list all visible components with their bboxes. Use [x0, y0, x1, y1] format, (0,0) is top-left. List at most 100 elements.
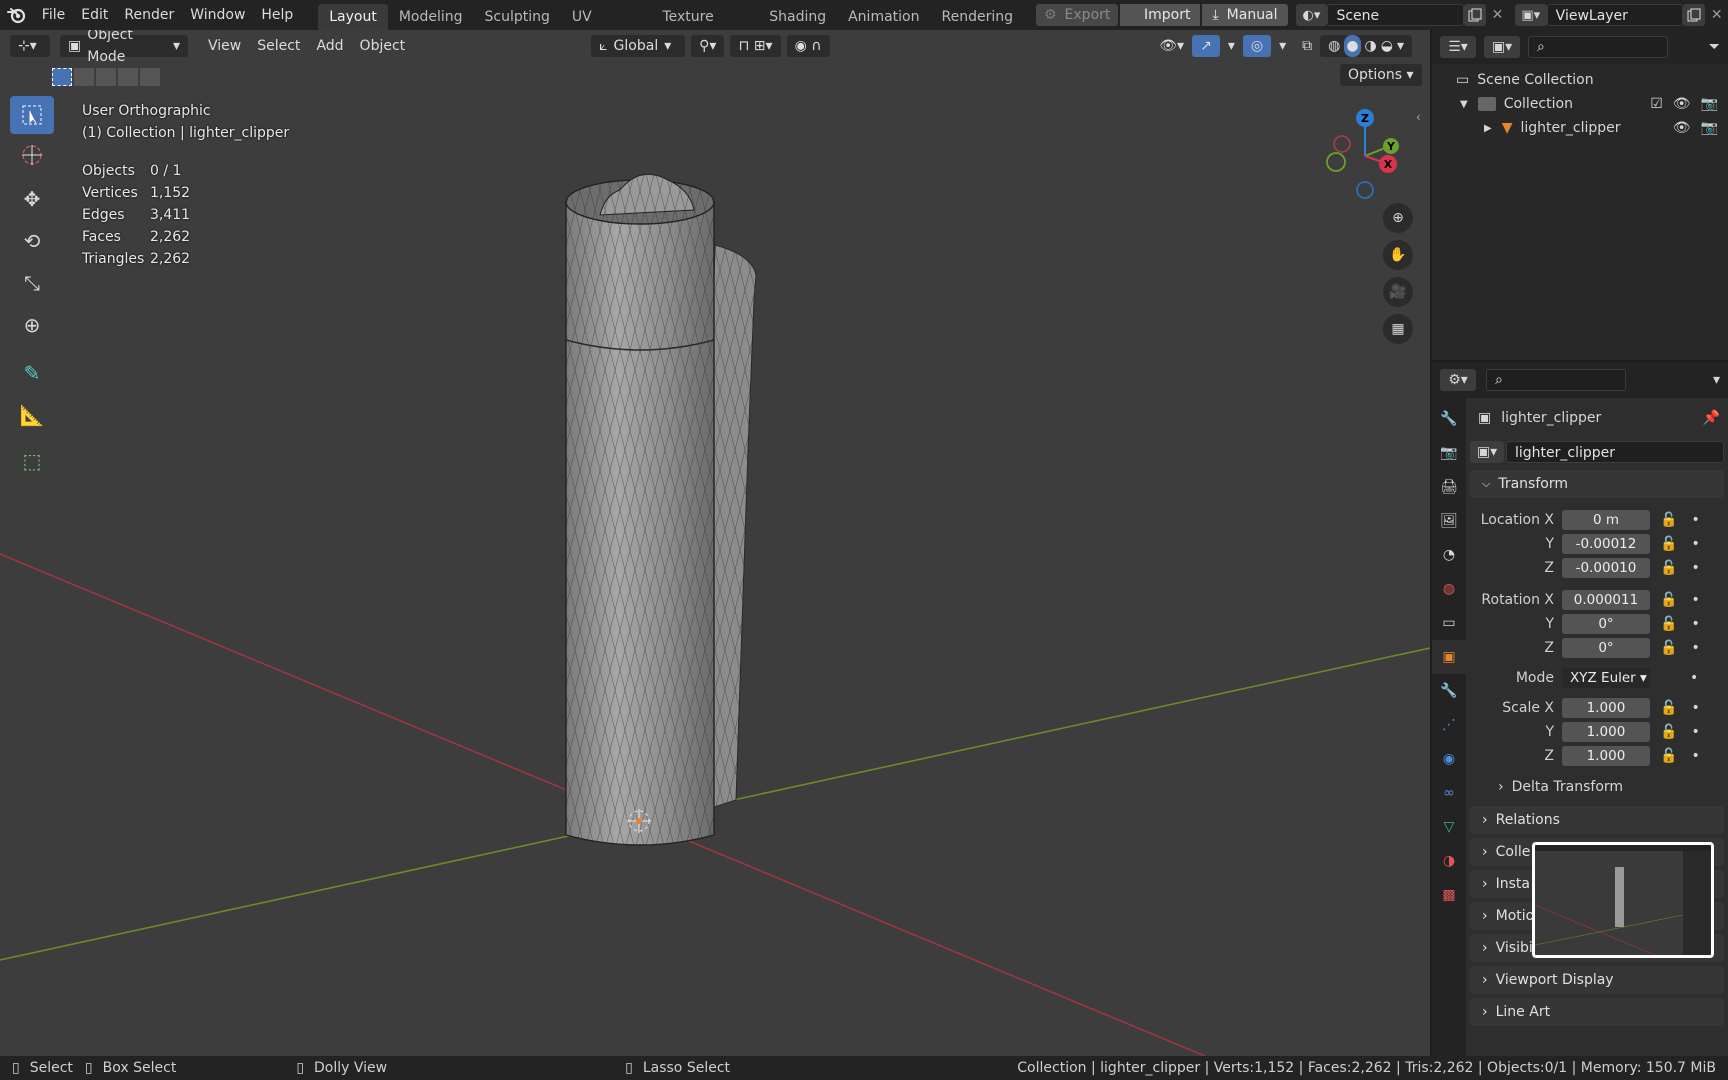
tool-tab-icon[interactable]: 🔧 [1432, 402, 1466, 436]
keyframe-dot-icon[interactable]: • [1691, 700, 1699, 716]
ortho-toggle-button[interactable]: ▦ [1383, 314, 1413, 344]
tool-move[interactable]: ✥ [10, 180, 54, 218]
menu-object[interactable]: Object [352, 35, 414, 57]
tab-sculpting[interactable]: Sculpting [474, 4, 561, 30]
lock-icon[interactable]: 🔓 [1660, 724, 1677, 740]
viewport-display-panel-header[interactable]: › Viewport Display [1470, 966, 1724, 994]
filter-icon[interactable]: ⏷ [1709, 39, 1720, 55]
blender-logo-icon[interactable] [0, 0, 34, 30]
tab-animation[interactable]: Animation [837, 4, 930, 30]
delete-viewlayer-icon[interactable]: ✕ [1705, 4, 1728, 26]
lock-icon[interactable]: 🔓 [1660, 700, 1677, 716]
tab-rendering[interactable]: Rendering [930, 4, 1024, 30]
pin-icon[interactable]: 📌 [1703, 410, 1720, 426]
keyframe-dot-icon[interactable]: • [1691, 560, 1699, 576]
select-new-icon[interactable] [52, 68, 72, 86]
chevron-down-icon[interactable]: ▾ [1713, 372, 1720, 388]
expand-arrow-icon[interactable]: ▼ [1460, 99, 1468, 110]
keyframe-dot-icon[interactable]: • [1691, 592, 1699, 608]
viewlayer-name-field[interactable]: ViewLayer [1546, 4, 1683, 26]
xray-toggle[interactable]: ⧉ [1294, 35, 1320, 57]
menu-help[interactable]: Help [253, 0, 301, 30]
menu-edit[interactable]: Edit [73, 0, 116, 30]
keyframe-dot-icon[interactable]: • [1691, 724, 1699, 740]
camera-render-icon[interactable]: 📷 [1701, 96, 1718, 112]
3d-viewport[interactable]: ⊹▾ ▣ Object Mode ▾ View Select Add Object… [0, 30, 1430, 1056]
rotation-mode-dropdown[interactable]: XYZ Euler ▾ [1562, 668, 1650, 688]
world-tab-icon[interactable]: ◍ [1432, 572, 1466, 606]
menu-select[interactable]: Select [249, 35, 308, 57]
scene-tab-icon[interactable]: ◔ [1432, 538, 1466, 572]
tab-modeling[interactable]: Modeling [388, 4, 474, 30]
overlay-toggle[interactable]: ◎ [1242, 35, 1272, 57]
keyframe-dot-icon[interactable]: • [1691, 640, 1699, 656]
scale-z-field[interactable]: 1.000 [1562, 746, 1650, 766]
properties-search-input[interactable]: ⌕ [1486, 369, 1626, 391]
menu-window[interactable]: Window [182, 0, 253, 30]
camera-view-button[interactable]: 🎥 [1383, 277, 1413, 307]
modifier-tab-icon[interactable]: 🔧 [1432, 674, 1466, 708]
tree-item-lighter-clipper[interactable]: ▶ ▼ lighter_clipper 👁 📷 [1432, 116, 1728, 140]
location-y-field[interactable]: -0.00012 [1562, 534, 1650, 554]
collection-tab-icon[interactable]: ▭ [1432, 606, 1466, 640]
menu-add[interactable]: Add [308, 35, 351, 57]
rotation-x-field[interactable]: 0.000011 [1562, 590, 1650, 610]
pivot-dropdown[interactable]: ⚲▾ [691, 35, 725, 57]
select-invert-icon[interactable] [118, 68, 138, 86]
tool-scale[interactable]: ⤡ [10, 264, 54, 302]
visibility-dropdown[interactable]: 👁▾ [1151, 35, 1192, 57]
shading-buttons[interactable]: ◍ ● ◑ ◒ ▾ [1320, 35, 1412, 57]
screenshot-thumbnail[interactable] [1532, 842, 1714, 958]
location-x-field[interactable]: 0 m [1562, 510, 1650, 530]
properties-editor-type[interactable]: ⚙▾ [1440, 369, 1476, 391]
select-extend-icon[interactable] [74, 68, 94, 86]
tab-uv-editing[interactable]: UV Editing [561, 4, 652, 51]
output-tab-icon[interactable]: 🖨 [1432, 470, 1466, 504]
navigation-gizmo[interactable]: Z Y X [1320, 106, 1410, 206]
tool-select-box[interactable] [10, 96, 54, 134]
view-layer-tab-icon[interactable]: 🖼 [1432, 504, 1466, 538]
material-shading-icon[interactable]: ◑ [1365, 35, 1377, 57]
lock-icon[interactable]: 🔓 [1660, 560, 1677, 576]
render-tab-icon[interactable]: 📷 [1432, 436, 1466, 470]
physics-tab-icon[interactable]: ◉ [1432, 742, 1466, 776]
outliner-search-input[interactable]: ⌕ [1528, 36, 1668, 58]
gizmo-dropdown[interactable]: ▾ [1220, 35, 1243, 57]
menu-render[interactable]: Render [116, 0, 182, 30]
select-intersect-icon[interactable] [140, 68, 160, 86]
keyframe-dot-icon[interactable]: • [1691, 536, 1699, 552]
manual-button[interactable]: ⤓ Manual [1202, 4, 1288, 26]
export-button[interactable]: ⚙ Export [1035, 4, 1119, 26]
outliner-editor-type[interactable]: ☰▾ [1440, 36, 1476, 58]
select-subtract-icon[interactable] [96, 68, 116, 86]
data-tab-icon[interactable]: ▽ [1432, 810, 1466, 844]
rotation-z-field[interactable]: 0° [1562, 638, 1650, 658]
menu-file[interactable]: File [34, 0, 73, 30]
location-z-field[interactable]: -0.00010 [1562, 558, 1650, 578]
lock-icon[interactable]: 🔓 [1660, 536, 1677, 552]
object-name-field[interactable]: lighter_clipper [1506, 441, 1724, 463]
keyframe-dot-icon[interactable]: • [1691, 748, 1699, 764]
lock-icon[interactable]: 🔓 [1660, 616, 1677, 632]
tab-shading[interactable]: Shading [758, 4, 837, 30]
proportional-edit-toggle[interactable]: ◉ ∩ [786, 35, 830, 57]
eye-icon[interactable]: 👁 [1673, 120, 1691, 136]
delete-scene-icon[interactable]: ✕ [1486, 4, 1509, 26]
snap-toggle[interactable]: ⊓ ⊞▾ [730, 35, 781, 57]
transform-panel-header[interactable]: ⌵ Transform [1470, 470, 1724, 498]
tool-rotate[interactable]: ⟲ [10, 222, 54, 260]
editor-type-button[interactable]: ⊹▾ [10, 35, 50, 57]
expand-arrow-icon[interactable]: ▶ [1484, 123, 1492, 134]
scene-name-field[interactable]: Scene [1327, 4, 1464, 26]
gizmo-toggle[interactable]: ↗ [1192, 35, 1220, 57]
rendered-shading-icon[interactable]: ◒ [1381, 35, 1393, 57]
particles-tab-icon[interactable]: ⋰ [1432, 708, 1466, 742]
line-art-panel-header[interactable]: › Line Art [1470, 998, 1724, 1026]
lock-icon[interactable]: 🔓 [1660, 512, 1677, 528]
material-tab-icon[interactable]: ◑ [1432, 844, 1466, 878]
sidebar-toggle-icon[interactable]: ‹ [1416, 110, 1421, 124]
scale-x-field[interactable]: 1.000 [1562, 698, 1650, 718]
tree-item-collection[interactable]: ▼ Collection ☑ 👁 📷 [1432, 92, 1728, 116]
overlay-dropdown[interactable]: ▾ [1271, 35, 1294, 57]
delta-transform-subpanel[interactable]: › Delta Transform [1470, 772, 1724, 802]
